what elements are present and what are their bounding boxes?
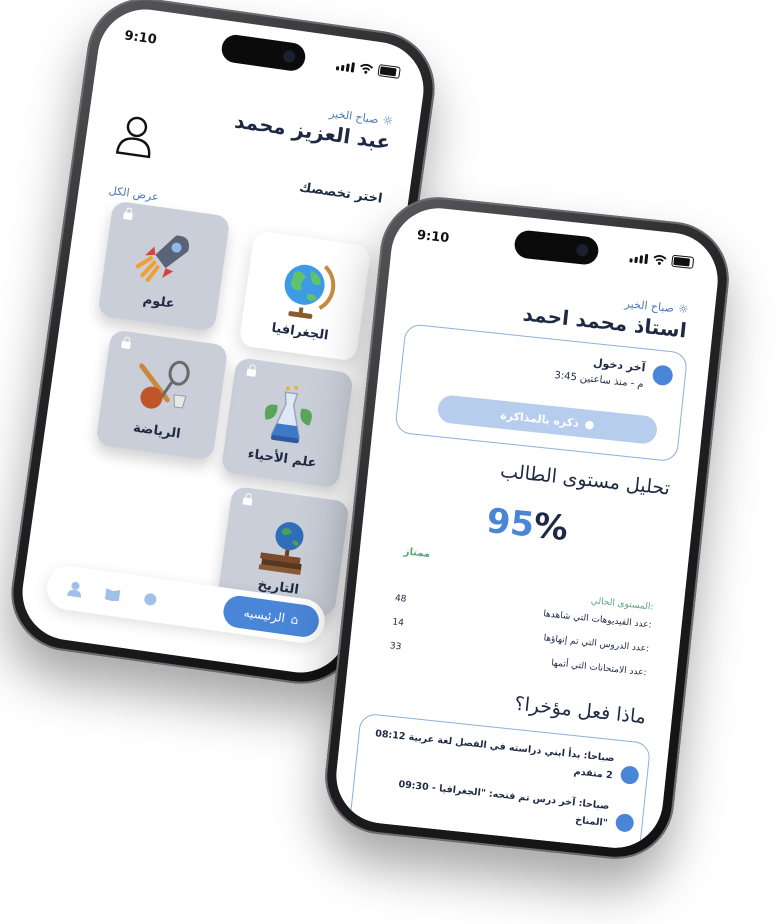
score-sign: %	[531, 505, 570, 550]
book-icon[interactable]	[104, 585, 122, 603]
dynamic-island	[513, 229, 600, 266]
phone-mockup-parent: 9:10 صباح الخير ☼ استاذ محمد احمد آخر دخ…	[319, 191, 735, 865]
status-icons	[629, 250, 695, 269]
flask-icon	[264, 385, 312, 444]
subject-card-science[interactable]: علوم	[97, 200, 231, 332]
score-value: 95	[484, 500, 536, 546]
last-login-card: آخر دخول 3:45 م - منذ ساعتين ذكره بالمذا…	[394, 323, 689, 463]
home-icon: ⌂	[289, 612, 300, 628]
activity-item: 09:30 صباحا: آخر درس تم فتحه: "الجغرافيا…	[397, 779, 610, 830]
stat-label: عدد الدروس التي تم إنهاؤها:	[543, 633, 650, 655]
remind-study-button[interactable]: ذكره بالمذاكرة ●	[436, 394, 659, 445]
clock-icon	[619, 765, 640, 785]
activity-item: 08:12 صباحا: بدأ ابني دراسته في الفصل لغ…	[374, 728, 615, 782]
dynamic-island	[219, 33, 308, 73]
subject-card-geography[interactable]: الجغرافيا	[238, 230, 372, 362]
analysis-title: تحليل مستوى الطالب	[499, 459, 672, 500]
history-globe-icon	[258, 522, 304, 576]
subject-card-biology[interactable]: علم الأحياء	[220, 357, 354, 489]
remind-study-label: ذكره بالمذاكرة	[499, 408, 580, 430]
battery-icon	[671, 254, 695, 269]
last-login-title: آخر دخول	[592, 356, 647, 375]
nav-home-button[interactable]: الرئيسيه ⌂	[221, 593, 321, 639]
recent-activity-title: ماذا فعل مؤخرا؟	[513, 692, 647, 729]
globe-icon	[284, 264, 336, 319]
clock-icon	[614, 812, 635, 833]
stat-label: عدد الامتحانات التي أتمها:	[550, 658, 647, 679]
lock-icon	[123, 211, 133, 221]
last-login-time: 3:45 م - منذ ساعتين	[553, 370, 645, 391]
status-time: 9:10	[416, 227, 450, 247]
lock-icon	[246, 368, 257, 377]
parent-screen: 9:10 صباح الخير ☼ استاذ محمد احمد آخر دخ…	[331, 203, 723, 853]
lock-icon	[242, 497, 253, 506]
nav-home-label: الرئيسيه	[242, 605, 286, 626]
sun-icon: ☼	[677, 301, 690, 317]
sun-icon: ☼	[381, 113, 395, 129]
bell-icon: ●	[584, 417, 596, 431]
profile-avatar-icon[interactable]	[114, 112, 157, 159]
signal-icon	[629, 251, 649, 264]
lock-icon	[121, 340, 131, 350]
user-icon[interactable]	[66, 580, 84, 598]
current-level-label: المستوى الحالي:	[590, 596, 654, 613]
section-title: اختر تخصصك	[298, 180, 384, 207]
stat-value: 48	[394, 593, 407, 605]
stat-value: 33	[389, 641, 402, 653]
subject-card-sports[interactable]: الرياضة	[95, 329, 229, 461]
signal-icon	[335, 59, 356, 73]
battery-icon	[377, 64, 401, 79]
clock-icon	[651, 364, 674, 387]
grade-label: ممتاز	[403, 546, 431, 560]
view-all-link[interactable]: عرض الكل	[108, 184, 160, 204]
wifi-icon	[360, 63, 374, 74]
status-icons	[335, 58, 401, 79]
recent-activity-card: 08:12 صباحا: بدأ ابني دراسته في الفصل لغ…	[345, 712, 652, 853]
search-icon[interactable]	[141, 590, 159, 608]
sports-icon	[139, 360, 190, 409]
rocket-icon	[135, 235, 189, 282]
activity-item: آخر امتحان تم حله: "علوم - الوحدة 2" (بن…	[372, 828, 605, 853]
wifi-icon	[653, 254, 667, 265]
stat-value: 14	[391, 617, 405, 629]
stat-label: عدد الفيديوهات التي شاهدها:	[542, 609, 653, 631]
status-time: 9:10	[123, 28, 158, 48]
